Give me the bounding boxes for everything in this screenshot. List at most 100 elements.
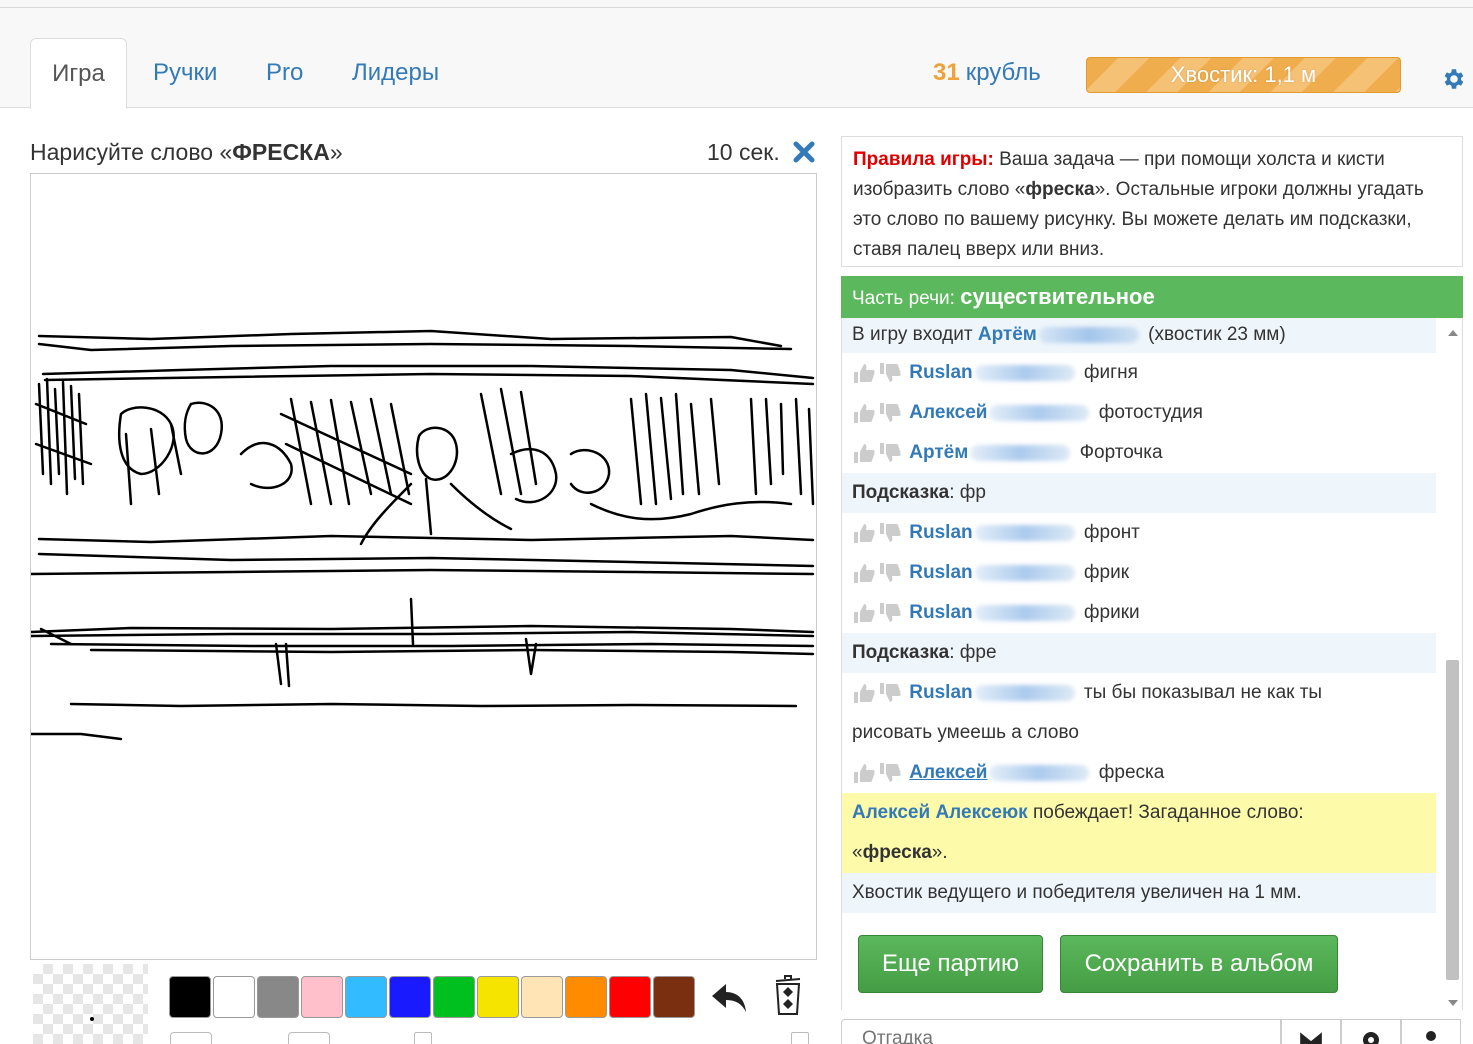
drawing <box>29 329 815 741</box>
color-swatch-1[interactable] <box>169 976 211 1018</box>
winner-username[interactable]: Алексей Алексеюк <box>852 802 1028 823</box>
chat-scrollbar[interactable] <box>1444 330 1463 1010</box>
thumb-up-icon[interactable] <box>852 682 876 704</box>
tab-pro[interactable]: Pro <box>266 38 303 109</box>
chat-username[interactable]: Алексей <box>909 762 987 783</box>
rules-word: фреска <box>1025 179 1095 200</box>
thumb-down-icon[interactable] <box>878 442 902 464</box>
thumb-down-icon[interactable] <box>878 682 902 704</box>
timer: 10 сек. <box>707 139 780 165</box>
thumb-down-icon[interactable] <box>878 522 902 544</box>
color-swatch-10[interactable] <box>565 976 607 1018</box>
chat-username[interactable]: Ruslan <box>909 522 972 543</box>
color-swatch-6[interactable] <box>389 976 431 1018</box>
undo-icon[interactable] <box>708 978 750 1016</box>
hint-label: Подсказка <box>852 482 950 503</box>
drawing-canvas[interactable] <box>29 173 817 960</box>
thumb-up-icon[interactable] <box>852 522 876 544</box>
thumb-up-icon[interactable] <box>852 602 876 624</box>
color-swatch-5[interactable] <box>345 976 387 1018</box>
envelope-button[interactable] <box>1281 1019 1341 1044</box>
winner-quote-open: « <box>852 842 863 863</box>
coins-balance[interactable]: 31 крубль <box>933 59 1041 87</box>
tab-pens[interactable]: Ручки <box>153 38 217 109</box>
color-swatch-8[interactable] <box>477 976 519 1018</box>
color-swatch-11[interactable] <box>609 976 651 1018</box>
chat-username[interactable]: Ruslan <box>909 602 972 623</box>
thumb-down-icon[interactable] <box>878 402 902 424</box>
color-swatch-2[interactable] <box>213 976 255 1018</box>
guess-text: фрик <box>1083 562 1130 583</box>
guess-text: фотостудия <box>1098 402 1203 423</box>
color-swatch-7[interactable] <box>433 976 475 1018</box>
color-swatch-3[interactable] <box>257 976 299 1018</box>
thumb-up-icon[interactable] <box>852 562 876 584</box>
chat-username[interactable]: Артём <box>978 324 1037 345</box>
hint-value: : фре <box>949 642 997 663</box>
part-of-speech-bar: Часть речи: существительное <box>841 276 1463 318</box>
scroll-thumb[interactable] <box>1446 660 1459 980</box>
profile-button[interactable] <box>1401 1019 1461 1044</box>
part-of-speech-value: существительное <box>960 284 1155 309</box>
thumb-down-icon[interactable] <box>878 762 902 784</box>
color-swatch-12[interactable] <box>653 976 695 1018</box>
guess-text: фронт <box>1083 522 1140 543</box>
brush-size-large[interactable] <box>288 1032 330 1044</box>
size-handle[interactable] <box>791 1032 809 1044</box>
play-again-button[interactable]: Еще партию <box>858 935 1043 993</box>
tab-game[interactable]: Игра <box>30 38 127 109</box>
game-rules: Правила игры: Ваша задача — при помощи х… <box>841 136 1463 267</box>
blurred-name <box>974 564 1075 581</box>
thumb-down-icon[interactable] <box>878 562 902 584</box>
clear-canvas-icon[interactable] <box>772 974 804 1016</box>
coins-value: 31 <box>933 59 960 86</box>
join-prefix: В игру входит <box>852 324 973 345</box>
blurred-name <box>974 524 1075 541</box>
task-word: ФРЕСКА <box>232 139 330 165</box>
chat-comment-continued: рисовать умеешь а слово <box>852 722 1079 743</box>
save-to-album-button[interactable]: Сохранить в альбом <box>1060 935 1338 993</box>
settings-button[interactable] <box>1341 1019 1401 1044</box>
chat-username[interactable]: Ruslan <box>909 682 972 703</box>
hint-message: Подсказка: фр <box>842 473 1436 513</box>
close-icon[interactable] <box>792 140 816 164</box>
chat-guess: Алексей фреска <box>842 753 1436 793</box>
chat-username[interactable]: Артём <box>909 442 968 463</box>
thumb-up-icon[interactable] <box>852 362 876 384</box>
scroll-down-icon[interactable] <box>1448 1000 1458 1006</box>
winner-quote-close: ». <box>931 842 948 863</box>
thumb-up-icon[interactable] <box>852 442 876 464</box>
winner-text: побеждает! Загаданное слово: <box>1032 802 1304 823</box>
chat-username[interactable]: Алексей <box>909 402 987 423</box>
thumb-up-icon[interactable] <box>852 402 876 424</box>
blurred-name <box>989 764 1090 781</box>
task-suffix: » <box>329 139 343 165</box>
blurred-name <box>970 444 1071 461</box>
tail-increase-message: Хвостик ведущего и победителя увеличен н… <box>842 873 1436 913</box>
guess-input[interactable] <box>841 1019 1281 1044</box>
chat-guess: Ruslan фронт <box>842 513 1436 553</box>
guess-text: Форточка <box>1079 442 1163 463</box>
brush-size-small[interactable] <box>170 1032 212 1044</box>
tab-leaders[interactable]: Лидеры <box>352 38 439 109</box>
chat-guess: Ruslan фигня <box>842 353 1436 393</box>
part-of-speech-label: Часть речи: <box>852 288 955 309</box>
thumb-down-icon[interactable] <box>878 602 902 624</box>
scroll-up-icon[interactable] <box>1448 330 1458 336</box>
top-nav: Игра Ручки Pro Лидеры 31 крубль Хвостик: … <box>0 8 1473 109</box>
chat-username[interactable]: Ruslan <box>909 562 972 583</box>
chat-log[interactable]: В игру входит Артём (хвостик 23 мм) Rusl… <box>841 318 1463 1010</box>
chat-username[interactable]: Ruslan <box>909 362 972 383</box>
opacity-handle[interactable] <box>414 1032 432 1044</box>
blurred-name <box>974 684 1075 701</box>
gear-icon[interactable] <box>1440 66 1466 92</box>
task-title: Нарисуйте слово «ФРЕСКА» <box>30 139 343 166</box>
join-message: В игру входит Артём (хвостик 23 мм) <box>842 318 1436 353</box>
color-swatch-4[interactable] <box>301 976 343 1018</box>
color-swatch-9[interactable] <box>521 976 563 1018</box>
tail-progress-bar[interactable]: Хвостик: 1,1 м <box>1086 57 1401 93</box>
chat-guess: Ruslan фрик <box>842 553 1436 593</box>
thumb-up-icon[interactable] <box>852 762 876 784</box>
hint-value: : фр <box>949 482 986 503</box>
thumb-down-icon[interactable] <box>878 362 902 384</box>
